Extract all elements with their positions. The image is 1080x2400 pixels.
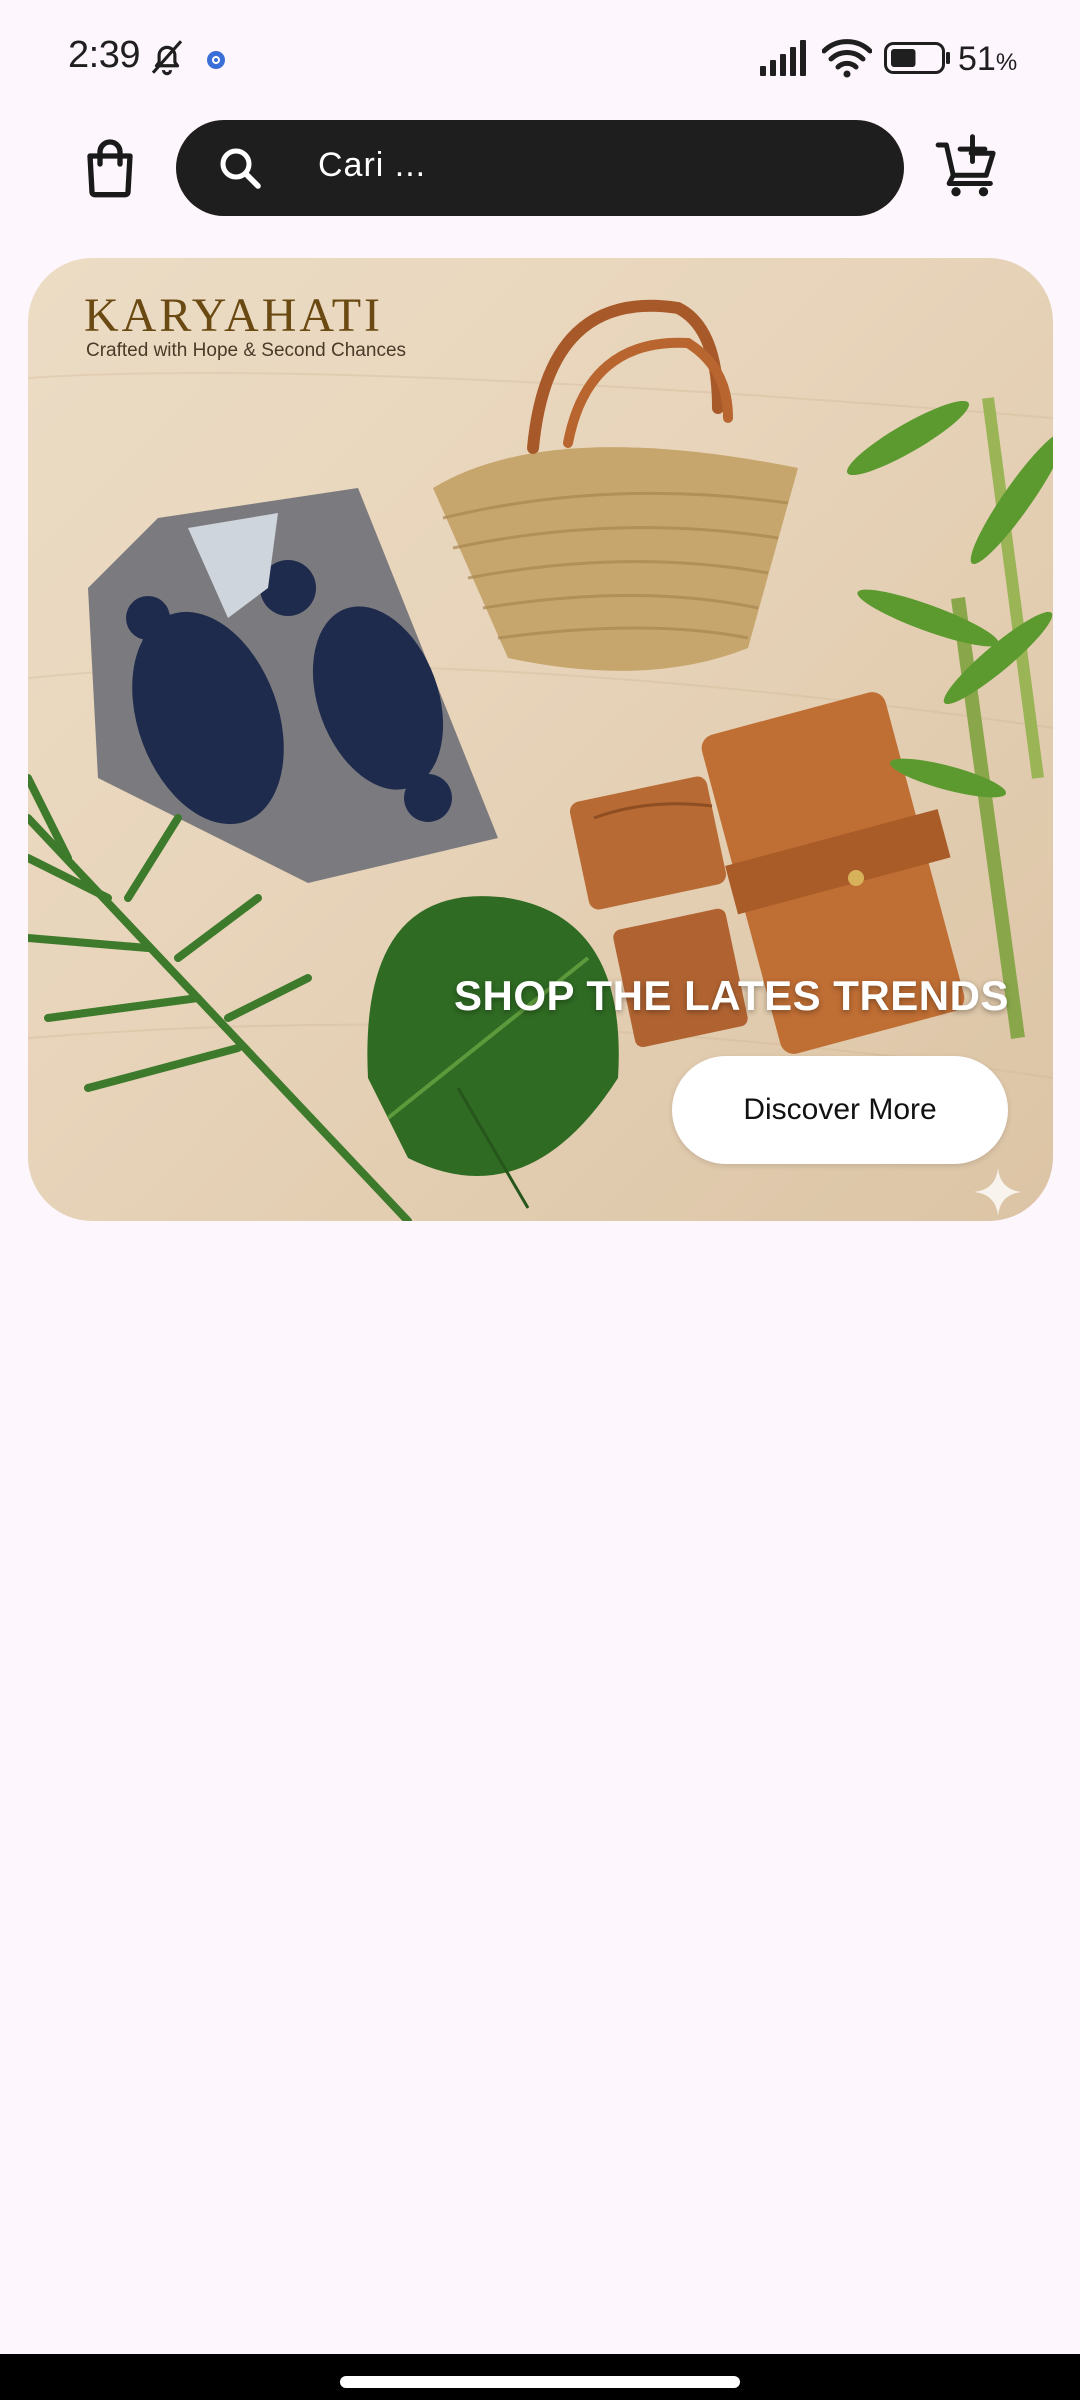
status-time: 2:39 [68, 34, 140, 76]
monstera-leaf [367, 896, 619, 1209]
battery-percent: 51% [958, 40, 1017, 79]
batik-shirt [88, 488, 498, 883]
battery-value: 51 [958, 40, 996, 78]
signal-icon [760, 40, 806, 76]
woven-basket [433, 299, 798, 671]
banner-headline: SHOP THE LATES TRENDS [453, 972, 1009, 1019]
search-icon[interactable] [216, 144, 264, 192]
promo-banner[interactable]: KARYAHATI Crafted with Hope & Second Cha… [28, 258, 1053, 1221]
search-input[interactable]: Cari ... [318, 146, 426, 185]
battery-icon [884, 42, 950, 74]
discover-more-button[interactable]: Discover More [672, 1056, 1008, 1164]
navigation-bar [0, 2354, 1080, 2400]
search-bar[interactable]: Cari ... [176, 120, 904, 216]
status-bar: 2:39 51% [0, 0, 1080, 120]
add-to-cart-icon[interactable] [934, 134, 1000, 200]
battery-unit: % [995, 49, 1018, 76]
brand-tagline: Crafted with Hope & Second Chances [86, 340, 407, 361]
app-notification-icon [207, 51, 225, 69]
home-indicator[interactable] [340, 2376, 740, 2388]
app-header: Cari ... [0, 118, 1080, 218]
brand-name: KARYAHATI [84, 289, 384, 342]
sparkle-icon [974, 1168, 1022, 1216]
leather-card-holder [569, 776, 727, 910]
wifi-icon [822, 39, 872, 78]
shopping-bag-icon[interactable] [78, 136, 142, 200]
bell-off-icon [151, 40, 183, 76]
